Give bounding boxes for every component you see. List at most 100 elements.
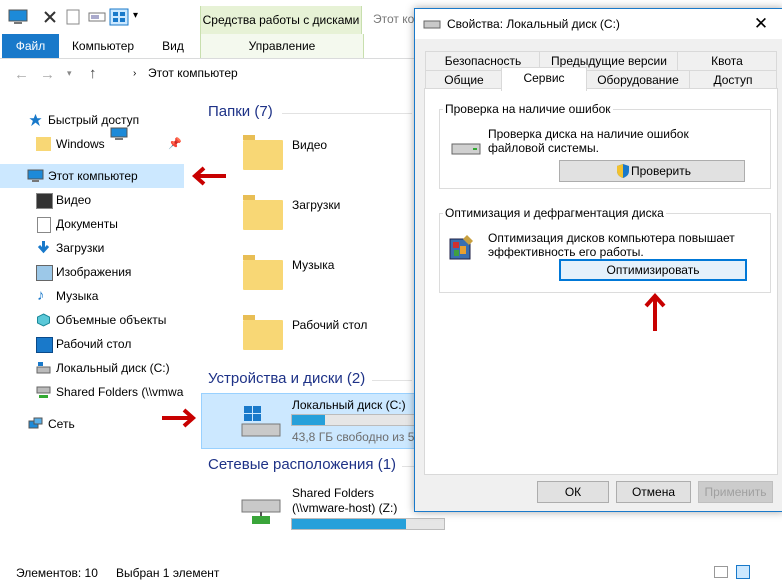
navigation-pane: Быстрый доступ Windows 📌 Этот компьютер … <box>0 96 186 556</box>
delete-icon[interactable] <box>42 8 58 26</box>
check-button[interactable]: Проверить <box>559 160 745 182</box>
folders-group-header[interactable]: Папки (7) <box>208 103 273 120</box>
tab-view[interactable]: Вид <box>150 34 196 58</box>
cube-icon <box>37 313 50 327</box>
tab-service[interactable]: Сервис <box>501 67 587 91</box>
drive-icon <box>36 362 51 374</box>
nav-label: Локальный диск (C:) <box>56 361 170 375</box>
quick-access-dropdown-icon[interactable]: ▾ <box>133 10 138 28</box>
video-folder-icon[interactable] <box>243 135 283 170</box>
optimize-title: Оптимизация и дефрагментация диска <box>443 206 666 220</box>
red-arrow-right-icon <box>162 408 197 428</box>
music-note-icon: ♪ <box>37 287 45 304</box>
folder-name-desktop[interactable]: Рабочий стол <box>292 318 367 332</box>
nav-label: Рабочий стол <box>56 337 132 351</box>
nav-label: Документы <box>56 217 118 231</box>
nav-video[interactable]: Видео <box>0 188 186 212</box>
nav-label: Сеть <box>48 417 75 431</box>
red-arrow-left-icon <box>191 166 226 186</box>
apply-button[interactable]: Применить <box>698 481 773 503</box>
up-icon[interactable]: ↑ <box>89 65 97 82</box>
pin-icon: 📌 <box>168 138 182 150</box>
folder-name-video[interactable]: Видео <box>292 138 327 152</box>
folder-icon <box>36 137 51 151</box>
nav-images[interactable]: Изображения <box>0 260 186 284</box>
nav-music[interactable]: ♪ Музыка <box>0 284 186 308</box>
shield-icon <box>617 164 629 178</box>
nav-desktop[interactable]: Рабочий стол <box>0 332 186 356</box>
nav-shared-folders[interactable]: Shared Folders (\\vmwa <box>0 380 186 404</box>
group-divider <box>282 113 412 114</box>
tiles-view-icon[interactable] <box>736 565 750 579</box>
dialog-title-bar: Свойства: Локальный диск (C:) ✕ <box>415 9 782 39</box>
recent-dropdown-icon[interactable]: ▾ <box>67 68 72 79</box>
network-group-header[interactable]: Сетевые расположения (1) <box>208 456 396 473</box>
details-view-icon[interactable] <box>714 566 728 578</box>
windows-drive-icon <box>241 406 281 437</box>
computer-icon <box>8 9 28 24</box>
error-check-title: Проверка на наличие ошибок <box>443 102 613 116</box>
folder-name-downloads[interactable]: Загрузки <box>292 198 340 212</box>
view-grid-icon[interactable] <box>109 8 129 26</box>
nav-label: Загрузки <box>56 241 105 255</box>
tab-computer[interactable]: Компьютер <box>66 34 140 58</box>
ok-button[interactable]: ОК <box>537 481 609 503</box>
nav-network[interactable]: Сеть <box>0 412 186 436</box>
image-icon <box>36 265 53 281</box>
group-divider <box>372 380 412 381</box>
rename-icon[interactable] <box>88 8 106 26</box>
downloads-folder-icon[interactable] <box>243 195 283 230</box>
tab-general[interactable]: Общие <box>425 70 503 90</box>
dialog-title: Свойства: Локальный диск (C:) <box>447 17 620 31</box>
nav-label: Windows <box>56 137 105 151</box>
tab-file[interactable]: Файл <box>2 34 59 58</box>
selection-count: Выбран 1 элемент <box>116 566 220 580</box>
nav-label: Видео <box>56 193 92 207</box>
desktop-folder-icon[interactable] <box>243 315 283 350</box>
nav-local-disk[interactable]: Локальный диск (C:) <box>0 356 186 380</box>
video-icon <box>36 193 53 209</box>
optimize-description: Оптимизация дисков компьютера повышает э… <box>488 231 735 259</box>
forward-icon[interactable]: → <box>40 66 55 83</box>
tab-manage[interactable]: Управление <box>200 34 364 58</box>
nav-label: Быстрый доступ <box>48 113 140 127</box>
properties-dialog: Свойства: Локальный диск (C:) ✕ Безопасн… <box>414 8 782 512</box>
nav-label: Музыка <box>56 289 99 303</box>
nav-label: Этот компьютер <box>48 169 138 183</box>
nav-documents[interactable]: Документы <box>0 212 186 236</box>
back-icon[interactable]: ← <box>14 66 29 83</box>
service-tab-panel: Проверка на наличие ошибок Проверка диск… <box>424 88 778 475</box>
address-path[interactable]: Этот компьютер <box>148 66 238 80</box>
nav-label: Объемные объекты <box>56 313 167 327</box>
nav-this-pc[interactable]: Этот компьютер <box>0 164 184 188</box>
drive-usage-fill <box>292 415 325 425</box>
tab-quota[interactable]: Квота <box>677 51 777 71</box>
network-drive-icon[interactable] <box>238 494 284 528</box>
devices-group-header[interactable]: Устройства и диски (2) <box>208 370 365 387</box>
star-icon <box>29 113 42 127</box>
item-count: Элементов: 10 <box>16 566 98 580</box>
drive-icon <box>451 143 481 155</box>
network-share-name[interactable]: Shared Folders <box>292 486 374 500</box>
computer-icon <box>27 169 44 182</box>
drive-free-space: 43,8 ГБ свободно из 59, <box>292 430 425 444</box>
tab-sharing[interactable]: Доступ <box>689 70 777 90</box>
optimize-button[interactable]: Оптимизировать <box>559 259 747 281</box>
drive-usage-bar <box>291 414 419 426</box>
breadcrumb-chevron-icon[interactable]: › <box>133 68 136 79</box>
close-icon[interactable]: ✕ <box>739 9 782 39</box>
group-divider <box>402 466 414 467</box>
tab-hardware[interactable]: Оборудование <box>585 70 691 90</box>
nav-downloads[interactable]: Загрузки <box>0 236 186 260</box>
nav-3d-objects[interactable]: Объемные объекты <box>0 308 186 332</box>
drive-icon <box>423 20 441 29</box>
properties-icon[interactable] <box>66 8 80 26</box>
folder-name-music[interactable]: Музыка <box>292 258 334 272</box>
cancel-button[interactable]: Отмена <box>616 481 691 503</box>
disk-tools-header: Средства работы с дисками <box>200 6 362 34</box>
nav-windows[interactable]: Windows 📌 <box>0 132 186 156</box>
network-usage-bar <box>291 518 445 530</box>
network-share-path[interactable]: (\\vmware-host) (Z:) <box>292 501 397 515</box>
music-folder-icon[interactable] <box>243 255 283 290</box>
nav-quick-access[interactable]: Быстрый доступ <box>0 108 186 132</box>
